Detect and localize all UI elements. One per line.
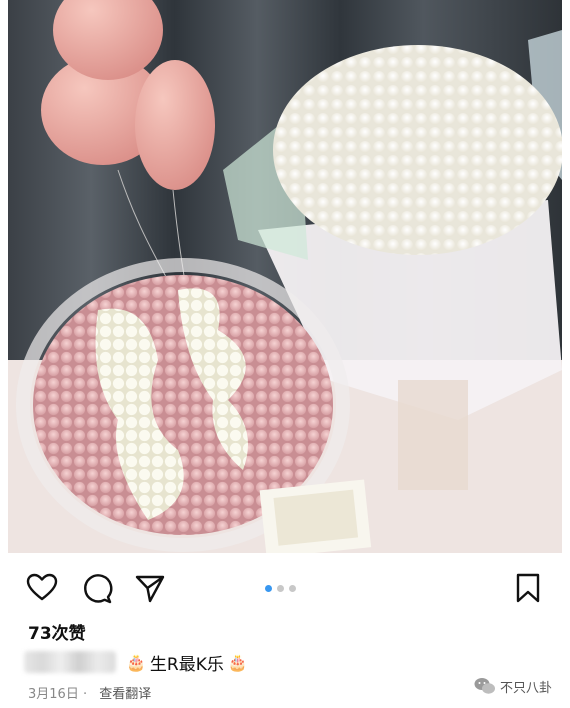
watermark-text: 不只八卦 — [499, 680, 552, 696]
post-date: 3月16日 — [28, 687, 79, 702]
post-meta: 3月16日 · 查看翻译 — [28, 687, 152, 702]
watermark: 不只八卦 — [474, 675, 552, 697]
cake-emoji-icon: 🎂 — [126, 652, 146, 672]
post-photo[interactable] — [8, 0, 562, 553]
post-caption: 🎂 生R最K乐 🎂 — [24, 648, 252, 676]
carousel-dot — [277, 585, 284, 592]
caption-text: 生R最K乐 — [149, 654, 224, 675]
post-action-bar — [0, 565, 570, 609]
cake-emoji-icon: 🎂 — [227, 652, 248, 672]
heart-icon[interactable] — [25, 571, 59, 605]
share-icon[interactable] — [133, 571, 167, 605]
carousel-dot-active — [265, 585, 272, 592]
see-translation-link[interactable]: 查看翻译 — [99, 687, 151, 702]
carousel-dot — [289, 585, 296, 592]
like-count[interactable]: 73次赞 — [28, 619, 86, 644]
carousel-indicator — [265, 585, 305, 593]
flower-bouquet-image — [8, 0, 562, 553]
blurred-username[interactable] — [24, 651, 116, 673]
wechat-icon — [474, 678, 495, 694]
bookmark-icon[interactable] — [511, 571, 545, 605]
comment-icon[interactable] — [80, 571, 114, 605]
